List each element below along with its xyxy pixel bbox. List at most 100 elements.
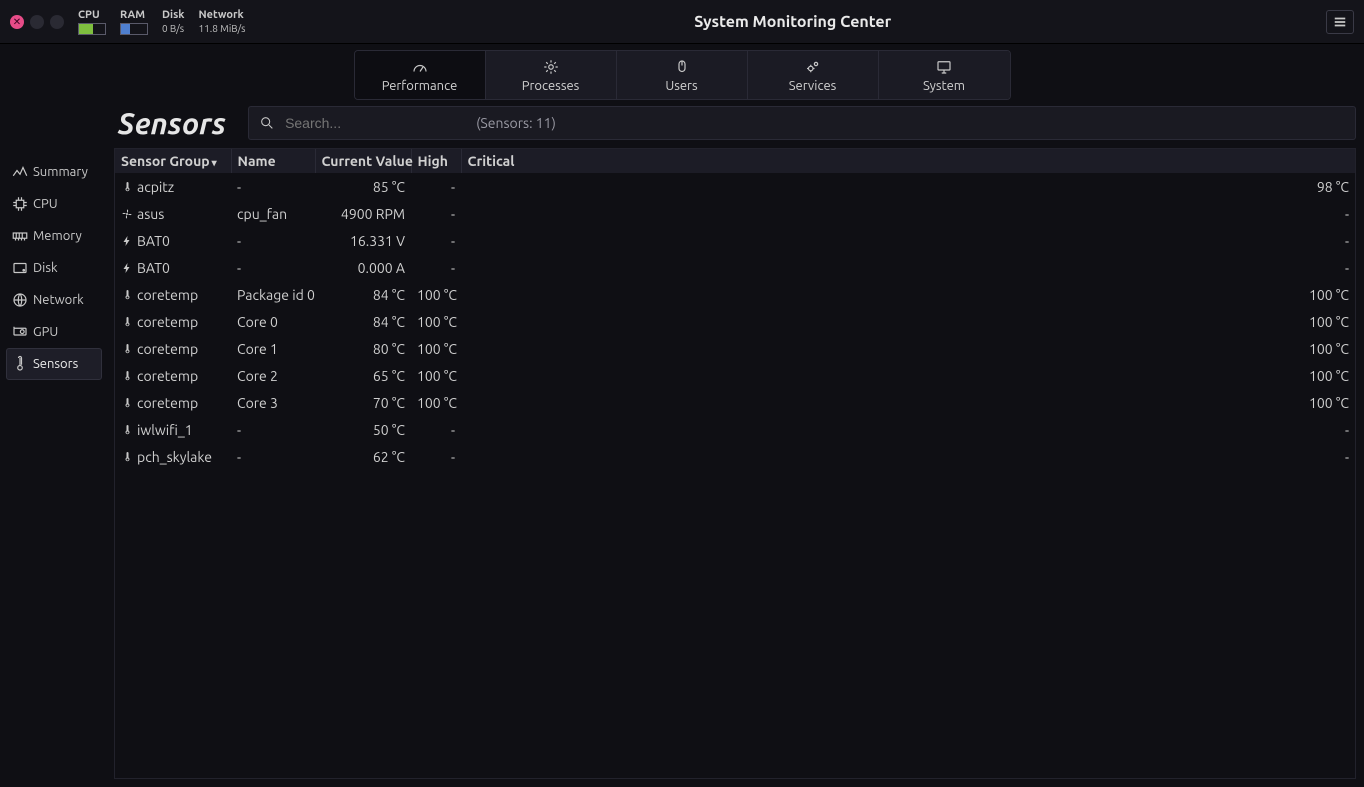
sidebar-item-network[interactable]: Network xyxy=(6,284,102,316)
table-row[interactable]: iwlwifi_1-50 °C-- xyxy=(115,416,1355,443)
sensors-panel: Sensors (Sensors: 11) Sensor Group▾ Name xyxy=(108,100,1364,787)
sidebar-item-label: Disk xyxy=(33,261,58,275)
column-header-critical[interactable]: Critical xyxy=(461,149,1355,173)
search-bar[interactable]: (Sensors: 11) xyxy=(248,106,1356,140)
tab-processes[interactable]: Processes xyxy=(486,51,617,99)
sensor-value-cell: 50 °C xyxy=(315,416,411,443)
sensor-group-cell: coretemp xyxy=(137,395,198,411)
gear-icon xyxy=(542,58,560,76)
sidebar-item-cpu[interactable]: CPU xyxy=(6,188,102,220)
sensor-high-cell: - xyxy=(411,173,461,200)
window-close-button[interactable]: ✕ xyxy=(10,15,24,29)
sensor-name-cell: Core 3 xyxy=(231,389,315,416)
cpu-stat: CPU xyxy=(78,9,106,35)
hamburger-menu-button[interactable] xyxy=(1326,10,1354,34)
table-row[interactable]: coretempCore 265 °C100 °C100 °C xyxy=(115,362,1355,389)
sensors-table: Sensor Group▾ Name Current Value High Cr… xyxy=(115,149,1355,470)
window-minimize-button[interactable] xyxy=(30,15,44,29)
sensor-value-cell: 4900 RPM xyxy=(315,200,411,227)
cpu-icon xyxy=(11,195,29,213)
sensor-type-icon xyxy=(121,342,133,356)
sensor-high-cell: - xyxy=(411,200,461,227)
sensor-name-cell: - xyxy=(231,254,315,281)
main-tabs: Performance Processes Users Services Sys… xyxy=(0,50,1364,100)
table-row[interactable]: coretempCore 370 °C100 °C100 °C xyxy=(115,389,1355,416)
search-hint: (Sensors: 11) xyxy=(476,115,556,131)
sensor-type-icon xyxy=(121,288,133,302)
sensor-type-icon xyxy=(121,315,133,329)
tab-performance[interactable]: Performance xyxy=(355,51,486,99)
sensor-group-cell: iwlwifi_1 xyxy=(137,422,193,438)
sensor-critical-cell: 98 °C xyxy=(461,173,1355,200)
window-maximize-button[interactable] xyxy=(50,15,64,29)
sensor-group-cell: BAT0 xyxy=(137,260,170,276)
sidebar-item-label: Network xyxy=(33,293,84,307)
sensor-high-cell: 100 °C xyxy=(411,362,461,389)
thermometer-icon xyxy=(11,355,29,373)
sensor-critical-cell: 100 °C xyxy=(461,389,1355,416)
ram-stat: RAM xyxy=(120,9,148,35)
sidebar-item-gpu[interactable]: GPU xyxy=(6,316,102,348)
disk-stat-value: 0 B/s xyxy=(162,23,184,34)
sensor-value-cell: 70 °C xyxy=(315,389,411,416)
sensor-name-cell: Core 2 xyxy=(231,362,315,389)
summary-icon xyxy=(11,163,29,181)
sensor-critical-cell: - xyxy=(461,254,1355,281)
tab-label: Services xyxy=(789,79,837,93)
sidebar-item-sensors[interactable]: Sensors xyxy=(6,348,102,380)
sensor-value-cell: 84 °C xyxy=(315,281,411,308)
cpu-stat-bar xyxy=(78,23,106,35)
sensor-critical-cell: - xyxy=(461,443,1355,470)
sensor-name-cell: Core 1 xyxy=(231,335,315,362)
monitor-icon xyxy=(935,58,953,76)
sensor-critical-cell: - xyxy=(461,200,1355,227)
table-row[interactable]: BAT0-16.331 V-- xyxy=(115,227,1355,254)
table-row[interactable]: BAT0-0.000 A-- xyxy=(115,254,1355,281)
table-row[interactable]: asuscpu_fan4900 RPM-- xyxy=(115,200,1355,227)
search-icon xyxy=(259,115,275,131)
sensor-value-cell: 0.000 A xyxy=(315,254,411,281)
network-stat-label: Network xyxy=(198,9,245,21)
sensor-group-cell: coretemp xyxy=(137,341,198,357)
sidebar-item-disk[interactable]: Disk xyxy=(6,252,102,284)
table-row[interactable]: coretempPackage id 084 °C100 °C100 °C xyxy=(115,281,1355,308)
sensor-name-cell: - xyxy=(231,416,315,443)
table-row[interactable]: coretempCore 180 °C100 °C100 °C xyxy=(115,335,1355,362)
sensor-value-cell: 16.331 V xyxy=(315,227,411,254)
disk-stat: Disk 0 B/s xyxy=(162,9,184,34)
sensor-type-icon xyxy=(121,180,133,194)
sidebar-item-label: GPU xyxy=(33,325,58,339)
sensor-type-icon xyxy=(121,207,133,221)
sensor-group-cell: pch_skylake xyxy=(137,449,212,465)
tab-label: Users xyxy=(665,79,697,93)
sensor-type-icon xyxy=(121,423,133,437)
sensor-type-icon xyxy=(121,396,133,410)
sensor-value-cell: 62 °C xyxy=(315,443,411,470)
table-row[interactable]: acpitz-85 °C-98 °C xyxy=(115,173,1355,200)
table-row[interactable]: pch_skylake-62 °C-- xyxy=(115,443,1355,470)
sensor-type-icon xyxy=(121,234,133,248)
column-header-sensor-group[interactable]: Sensor Group▾ xyxy=(115,149,231,173)
tab-system[interactable]: System xyxy=(879,51,1010,99)
sensor-high-cell: 100 °C xyxy=(411,335,461,362)
column-header-high[interactable]: High xyxy=(411,149,461,173)
search-input[interactable] xyxy=(285,115,466,131)
column-header-name[interactable]: Name xyxy=(231,149,315,173)
tab-label: Performance xyxy=(382,79,458,93)
sensor-value-cell: 80 °C xyxy=(315,335,411,362)
sensor-name-cell: - xyxy=(231,227,315,254)
tab-users[interactable]: Users xyxy=(617,51,748,99)
sensor-high-cell: - xyxy=(411,443,461,470)
table-row[interactable]: coretempCore 084 °C100 °C100 °C xyxy=(115,308,1355,335)
tab-services[interactable]: Services xyxy=(748,51,879,99)
sidebar-item-label: Summary xyxy=(33,165,88,179)
sidebar-item-summary[interactable]: Summary xyxy=(6,156,102,188)
memory-icon xyxy=(11,227,29,245)
column-header-current-value[interactable]: Current Value xyxy=(315,149,411,173)
sidebar-item-label: Sensors xyxy=(33,357,78,371)
hamburger-icon xyxy=(1333,15,1347,29)
sensor-high-cell: - xyxy=(411,227,461,254)
page-title: Sensors xyxy=(114,106,230,140)
sensor-high-cell: 100 °C xyxy=(411,389,461,416)
sidebar-item-memory[interactable]: Memory xyxy=(6,220,102,252)
